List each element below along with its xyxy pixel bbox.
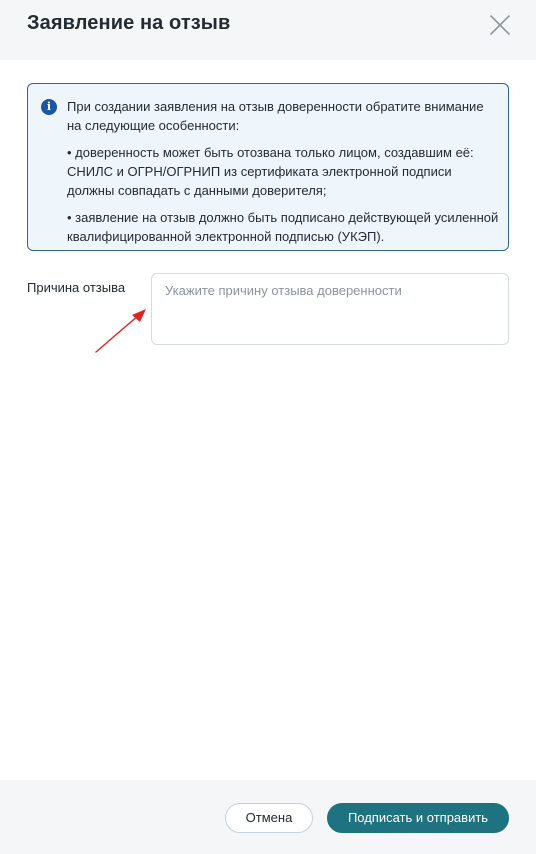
dialog-title: Заявление на отзыв (27, 12, 231, 34)
dialog-footer: Отмена Подписать и отправить (0, 780, 536, 854)
info-text: При создании заявления на отзыв доверенн… (67, 97, 499, 246)
reason-label: Причина отзыва (27, 280, 126, 295)
sign-and-send-button[interactable]: Подписать и отправить (327, 803, 509, 833)
info-paragraph-intro: При создании заявления на отзыв доверенн… (67, 99, 484, 133)
dialog-header: Заявление на отзыв (0, 0, 536, 60)
revocation-dialog: Заявление на отзыв i При создании заявле… (0, 0, 536, 854)
cancel-button[interactable]: Отмена (225, 803, 313, 833)
reason-input[interactable] (151, 273, 509, 345)
info-icon: i (41, 99, 57, 115)
info-paragraph-signature: • заявление на отзыв должно быть подписа… (67, 210, 499, 244)
info-notice: i При создании заявления на отзыв довере… (27, 83, 509, 251)
close-button[interactable] (490, 15, 510, 35)
annotation-arrow-icon (95, 309, 146, 353)
info-paragraph-signer: • доверенность может быть отозвана тольк… (67, 145, 474, 198)
close-icon (490, 15, 510, 35)
